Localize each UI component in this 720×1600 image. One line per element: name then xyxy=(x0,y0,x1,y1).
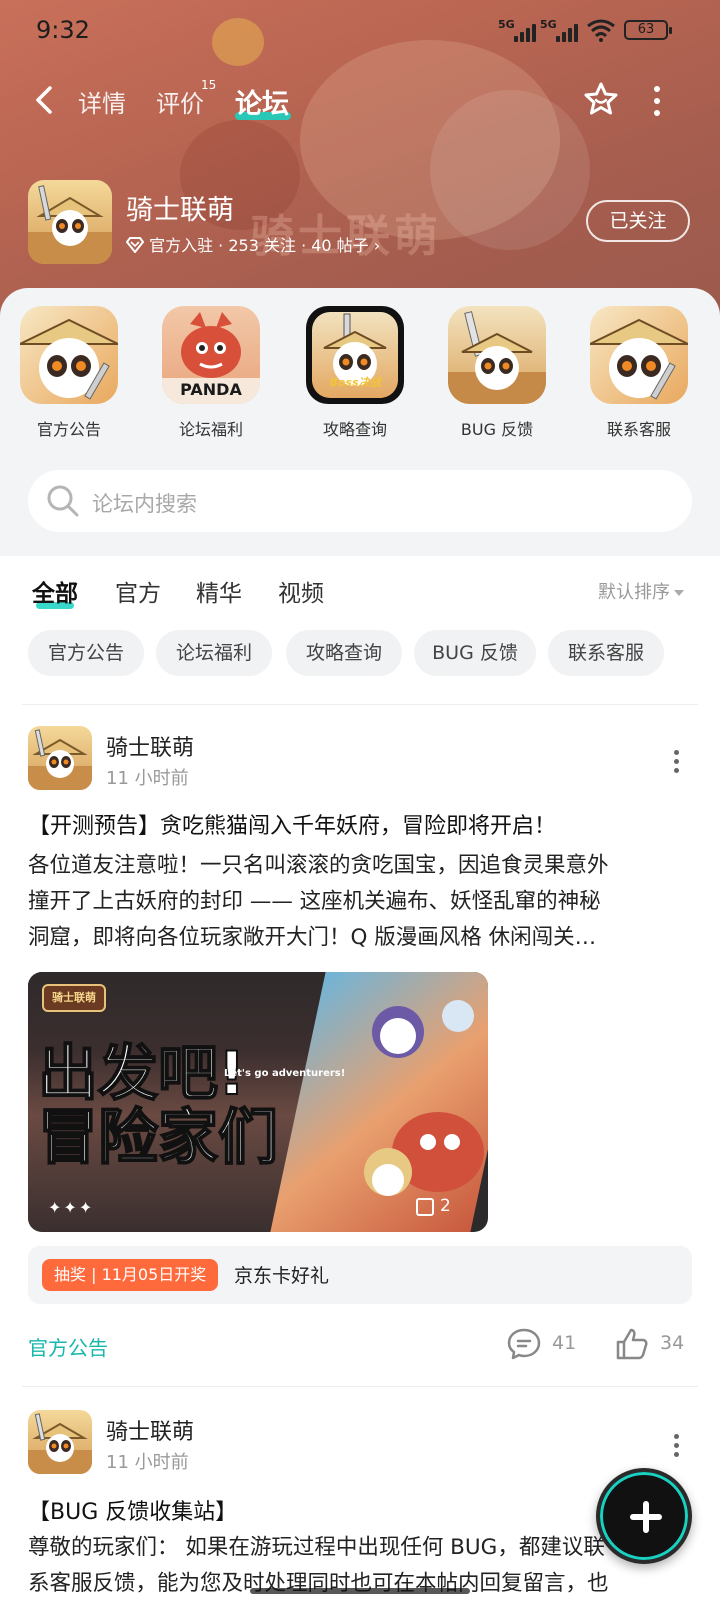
game-icon[interactable] xyxy=(28,180,112,264)
lottery-tag: 抽奖 | 11月05日开奖 xyxy=(42,1259,219,1291)
lottery-prize: 京东卡好礼 xyxy=(234,1265,330,1287)
category-bug-feedback[interactable]: BUG 反馈 xyxy=(442,306,552,440)
back-icon[interactable] xyxy=(30,84,58,116)
tab-reviews[interactable]: 评价 xyxy=(156,84,204,119)
chip-bug-feedback[interactable]: BUG 反馈 xyxy=(414,630,536,676)
post-body-line: 洞窟，即将向各位玩家敞开大门！Q 版漫画风格 休闲闯关… xyxy=(28,925,597,950)
thumbs-up-icon[interactable] xyxy=(614,1326,650,1362)
search-placeholder: 论坛内搜索 xyxy=(92,492,197,516)
category-forum-benefits[interactable]: PANDA 论坛福利 xyxy=(156,306,266,440)
game-name: 骑士联萌 xyxy=(126,195,234,226)
game-logo-badge: 骑士联萌 xyxy=(42,984,106,1012)
category-icon xyxy=(448,306,546,404)
forum-search-bar[interactable]: 论坛内搜索 xyxy=(28,470,692,532)
create-post-button[interactable] xyxy=(596,1468,692,1564)
post-more-icon[interactable] xyxy=(672,750,680,774)
comment-icon[interactable] xyxy=(506,1326,542,1362)
post-more-icon[interactable] xyxy=(672,1434,680,1458)
chip-guides[interactable]: 攻略查询 xyxy=(286,630,402,676)
sparkle-icons: ✦✦✦ xyxy=(48,1198,95,1217)
sort-label: 默认排序 xyxy=(598,582,670,603)
reviews-count-badge: 15 xyxy=(201,78,217,92)
search-icon xyxy=(47,485,79,517)
header-banner: 骑士联萌 9:32 5G 5G 63 详情 评价 15 论坛 骑士联萌 官方入驻… xyxy=(0,0,720,320)
game-info: 骑士联萌 官方入驻 · 253 关注 · 40 帖子 › 已关注 xyxy=(0,180,720,270)
chip-customer-service[interactable]: 联系客服 xyxy=(548,630,664,676)
post-body-line: 系客服反馈，能为您及时处理同时也可在本帖内回复留言，也 xyxy=(28,1571,609,1596)
like-count: 34 xyxy=(660,1332,685,1354)
post-category-link[interactable]: 官方公告 xyxy=(28,1332,108,1361)
top-nav: 详情 评价 15 论坛 xyxy=(0,72,720,128)
status-bar: 9:32 5G 5G 63 xyxy=(0,0,720,60)
feed-tab-video[interactable]: 视频 xyxy=(278,574,324,608)
signal-icon xyxy=(546,24,580,42)
post-author[interactable]: 骑士联萌 xyxy=(106,730,194,762)
post-image[interactable]: 骑士联萌 出发吧! 冒险家们 Let's go adventurers! ✦✦✦… xyxy=(28,972,488,1232)
category-official-announcement[interactable]: 官方公告 xyxy=(14,306,124,440)
category-icon: Boss决战 xyxy=(306,306,404,404)
category-overlay-text: Boss决战 xyxy=(329,376,381,389)
chevron-right-icon: › xyxy=(373,236,381,255)
battery-icon: 63 xyxy=(624,20,672,40)
post-title: 【开测预告】贪吃熊猫闯入千年妖府，冒险即将开启！ xyxy=(28,814,557,839)
caret-down-icon xyxy=(674,590,684,596)
post-title: 【BUG 反馈收集站】 xyxy=(28,1500,238,1525)
verified-diamond-icon xyxy=(125,237,145,254)
category-shortcuts: 官方公告 PANDA 论坛福利 Boss决战 攻略查询 BUG 反馈 联系客服 xyxy=(0,306,720,446)
game-stats: 官方入驻 · 253 关注 · 40 帖子 xyxy=(149,236,369,255)
post-body-line: 各位道友注意啦！一只名叫滚滚的贪吃国宝，因追食灵果意外 xyxy=(28,853,609,878)
game-meta[interactable]: 官方入驻 · 253 关注 · 40 帖子 › xyxy=(125,232,381,256)
post-body-line: 撞开了上古妖府的封印 —— 这座机关遍布、妖怪乱窜的神秘 xyxy=(28,889,601,914)
wifi-icon xyxy=(587,19,615,42)
tab-forum[interactable]: 论坛 xyxy=(235,82,289,121)
category-guides[interactable]: Boss决战 攻略查询 xyxy=(300,306,410,440)
category-icon xyxy=(590,306,688,404)
image-count: 2 xyxy=(440,1196,451,1216)
post-body: 各位道友注意啦！一只名叫滚滚的贪吃国宝，因追食灵果意外 撞开了上古妖府的封印 —… xyxy=(28,848,696,956)
avatar[interactable] xyxy=(28,1410,92,1474)
image-headline: 出发吧! 冒险家们 xyxy=(37,1039,279,1173)
post-time: 11 小时前 xyxy=(106,1452,189,1473)
lottery-banner[interactable]: 抽奖 | 11月05日开奖 京东卡好礼 xyxy=(28,1246,692,1304)
signal-icon xyxy=(504,24,538,42)
image-subline: Let's go adventurers! xyxy=(224,1068,346,1079)
category-icon xyxy=(20,306,118,404)
category-label: 论坛福利 xyxy=(178,420,243,439)
category-chips: 官方公告 论坛福利 攻略查询 BUG 反馈 联系客服 xyxy=(0,630,720,676)
comment-count: 41 xyxy=(552,1332,577,1354)
post-author[interactable]: 骑士联萌 xyxy=(106,1414,194,1446)
star-outline-icon[interactable] xyxy=(582,80,620,118)
status-time: 9:32 xyxy=(36,16,90,44)
home-indicator xyxy=(250,1588,470,1594)
category-icon: PANDA xyxy=(162,306,260,404)
feed-tabs: 全部 官方 精华 视频 默认排序 xyxy=(0,568,720,618)
category-label: BUG 反馈 xyxy=(460,420,534,439)
feed-tab-featured[interactable]: 精华 xyxy=(196,574,242,608)
tab-details[interactable]: 详情 xyxy=(78,84,126,119)
sort-dropdown[interactable]: 默认排序 xyxy=(598,578,684,604)
category-label: 攻略查询 xyxy=(322,420,387,439)
feed-tab-official[interactable]: 官方 xyxy=(115,574,161,608)
follow-button[interactable]: 已关注 xyxy=(586,200,690,242)
chip-forum-benefits[interactable]: 论坛福利 xyxy=(156,630,272,676)
category-label: 官方公告 xyxy=(36,420,101,439)
post-body-line: 尊敬的玩家们： 如果在游玩过程中出现任何 BUG，都建议联 xyxy=(28,1535,605,1560)
divider xyxy=(22,1386,698,1387)
avatar[interactable] xyxy=(28,726,92,790)
chip-official-announcement[interactable]: 官方公告 xyxy=(28,630,144,676)
divider xyxy=(22,704,698,705)
post-actions: 官方公告 41 34 xyxy=(0,1326,720,1366)
image-gallery-icon xyxy=(416,1198,434,1216)
characters-illustration xyxy=(364,1000,484,1196)
category-label: 联系客服 xyxy=(606,420,671,439)
feed-tab-all[interactable]: 全部 xyxy=(32,574,78,608)
category-overlay-text: PANDA xyxy=(180,380,242,399)
post-time: 11 小时前 xyxy=(106,768,189,789)
more-vertical-icon[interactable] xyxy=(652,86,662,116)
category-customer-service[interactable]: 联系客服 xyxy=(584,306,694,440)
forum-header-sheet: 官方公告 PANDA 论坛福利 Boss决战 攻略查询 BUG 反馈 联系客服 … xyxy=(0,288,720,556)
